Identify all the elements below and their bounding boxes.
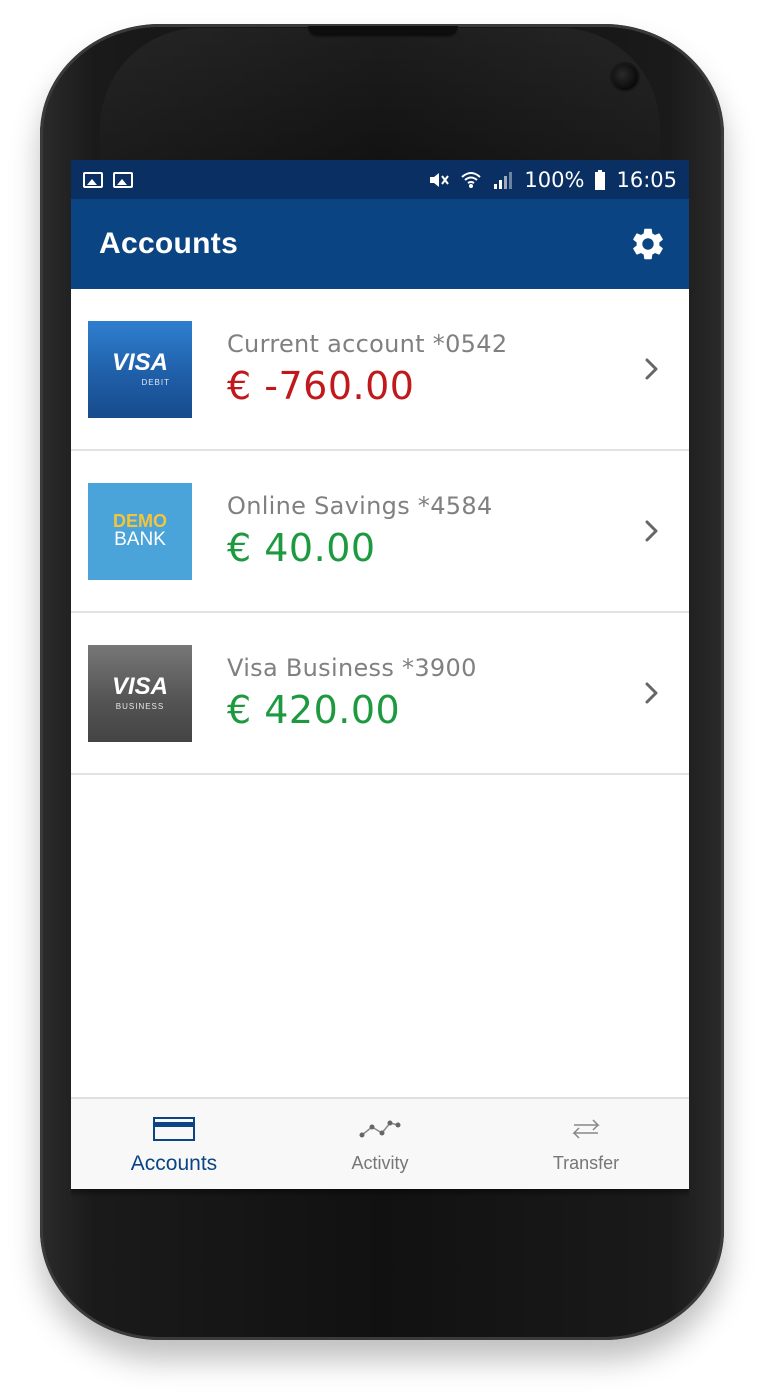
demo-bank-logo-bottom: BANK xyxy=(114,529,166,551)
image-icon xyxy=(83,171,103,188)
gear-icon[interactable] xyxy=(629,225,667,263)
account-info: Online Savings *4584 € 40.00 xyxy=(227,492,643,570)
activity-icon xyxy=(359,1120,401,1138)
account-row-business[interactable]: VISA BUSINESS Visa Business *3900 € 420.… xyxy=(71,613,689,775)
page-title: Accounts xyxy=(99,227,239,260)
nav-tab-accounts[interactable]: Accounts xyxy=(71,1099,277,1189)
visa-business-card-icon: VISA BUSINESS xyxy=(88,644,192,742)
account-row-current[interactable]: VISA DEBIT Current account *0542 € -760.… xyxy=(71,289,689,451)
status-indicators: 100% 16:05 xyxy=(428,168,677,192)
mute-icon xyxy=(430,172,450,187)
account-name: Online Savings *4584 xyxy=(227,492,493,520)
status-bar: 100% 16:05 xyxy=(71,160,689,199)
image-icon xyxy=(113,171,133,188)
chevron-right-icon xyxy=(645,520,658,542)
demo-bank-logo-top: DEMO xyxy=(113,511,167,532)
account-balance: € 420.00 xyxy=(227,688,401,732)
nav-label: Accounts xyxy=(130,1152,218,1175)
bottom-navigation: Accounts Activity Transfer xyxy=(71,1097,689,1189)
screen-edge-shadow xyxy=(71,1189,689,1197)
battery-icon xyxy=(595,169,606,190)
clock: 16:05 xyxy=(616,167,677,192)
transfer-icon xyxy=(572,1119,600,1139)
nav-label: Transfer xyxy=(552,1153,620,1173)
account-list: VISA DEBIT Current account *0542 € -760.… xyxy=(71,289,689,775)
visa-logo: VISA xyxy=(111,349,168,376)
phone-gloss xyxy=(100,28,660,178)
demo-bank-card-icon: DEMO BANK xyxy=(88,482,192,580)
card-icon xyxy=(153,1117,195,1141)
account-balance: € -760.00 xyxy=(227,364,415,408)
nav-tab-transfer[interactable]: Transfer xyxy=(483,1099,689,1189)
nav-label: Activity xyxy=(351,1153,409,1173)
front-camera xyxy=(612,64,638,90)
chevron-right-icon xyxy=(645,358,658,380)
account-name: Visa Business *3900 xyxy=(227,654,477,682)
account-info: Visa Business *3900 € 420.00 xyxy=(227,654,643,732)
battery-percent: 100% xyxy=(524,167,585,192)
chevron-right-icon xyxy=(645,682,658,704)
signal-icon xyxy=(494,171,513,189)
account-info: Current account *0542 € -760.00 xyxy=(227,330,643,408)
visa-debit-card-icon: VISA DEBIT xyxy=(88,320,192,418)
status-notifications xyxy=(83,171,133,188)
account-name: Current account *0542 xyxy=(227,330,508,358)
card-subtitle: DEBIT xyxy=(141,378,170,387)
account-row-savings[interactable]: DEMO BANK Online Savings *4584 € 40.00 xyxy=(71,451,689,613)
visa-logo: VISA xyxy=(111,673,168,700)
card-subtitle: BUSINESS xyxy=(115,702,165,711)
app-bar: Accounts xyxy=(71,199,689,289)
wifi-icon xyxy=(461,171,482,188)
screen: 100% 16:05 Accounts VISA DEBIT Current a… xyxy=(71,160,689,1189)
nav-tab-activity[interactable]: Activity xyxy=(277,1099,483,1189)
earpiece-speaker xyxy=(308,26,458,38)
account-balance: € 40.00 xyxy=(227,526,376,570)
